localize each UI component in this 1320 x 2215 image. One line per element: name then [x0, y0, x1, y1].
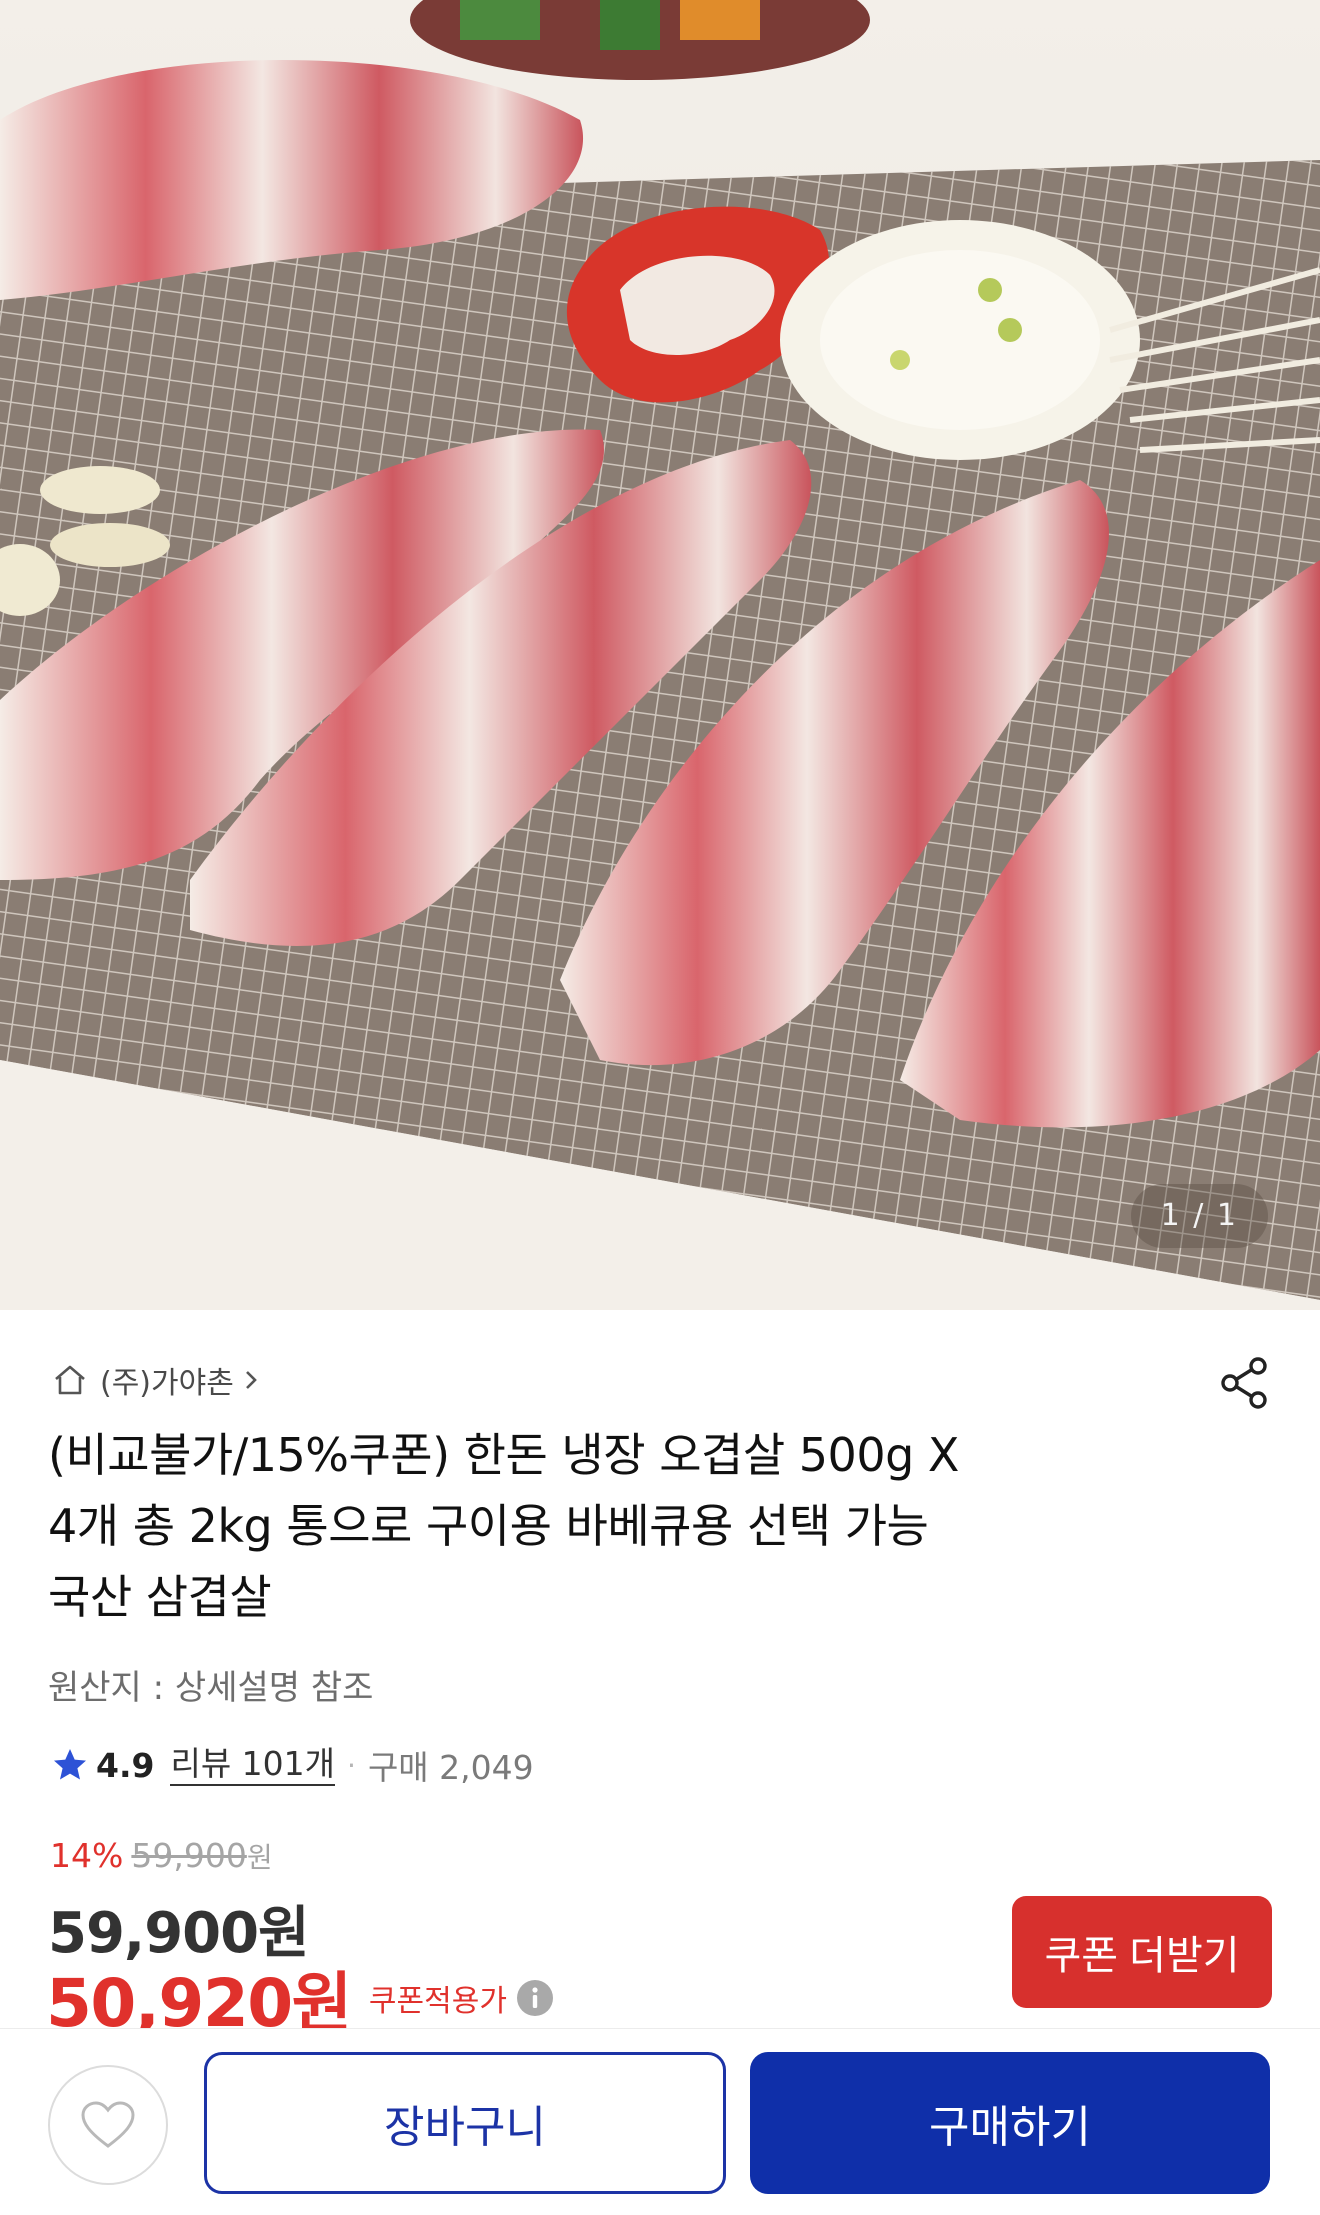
product-title-line: 국산 삼겹살 [48, 1570, 272, 1624]
buy-now-button[interactable]: 구매하기 [750, 2052, 1270, 2194]
info-icon[interactable] [515, 1978, 555, 2018]
discount-row: 14% 59,900 원 [50, 1836, 273, 1876]
chevron-right-icon [245, 1371, 257, 1389]
discount-rate: 14% [50, 1836, 124, 1875]
heart-icon [81, 2101, 135, 2148]
add-to-cart-button[interactable]: 장바구니 [204, 2052, 726, 2194]
coupon-more-button[interactable]: 쿠폰 더받기 [1012, 1896, 1272, 2008]
rating-row: 4.9 리뷰 101개 · 구매 2,049 [50, 1740, 534, 1790]
product-image-gallery[interactable]: 1 / 1 [0, 0, 1320, 1310]
product-title: (비교불가/15%쿠폰) 한돈 냉장 오겹살 500g X 4개 총 2kg 통… [48, 1420, 1248, 1633]
coupon-price-label: 쿠폰적용가 [368, 1984, 507, 2019]
product-title-line: 4개 총 2kg 통으로 구이용 바베큐용 선택 가능 [48, 1499, 929, 1553]
separator-dot: · [347, 1748, 356, 1782]
product-photo [0, 0, 1320, 1310]
purchase-count: 구매 2,049 [367, 1748, 534, 1787]
bottom-action-bar: 장바구니 구매하기 [0, 2028, 1320, 2215]
image-counter: 1 / 1 [1130, 1184, 1268, 1248]
star-icon [54, 1749, 86, 1780]
wishlist-button[interactable] [48, 2065, 168, 2185]
origin-info: 원산지 : 상세설명 참조 [48, 1668, 374, 1708]
product-title-line: (비교불가/15%쿠폰) 한돈 냉장 오겹살 500g X [48, 1428, 959, 1482]
original-price: 59,900 [131, 1836, 247, 1875]
original-price-unit: 원 [246, 1841, 273, 1874]
rating-score: 4.9 [96, 1745, 155, 1785]
seller-link[interactable]: (주)가야촌 [50, 1358, 262, 1402]
review-count-link[interactable]: 리뷰 101개 [170, 1744, 336, 1786]
seller-name: (주)가야촌 [100, 1366, 234, 1401]
share-icon[interactable] [1216, 1354, 1274, 1412]
home-icon [55, 1365, 85, 1395]
